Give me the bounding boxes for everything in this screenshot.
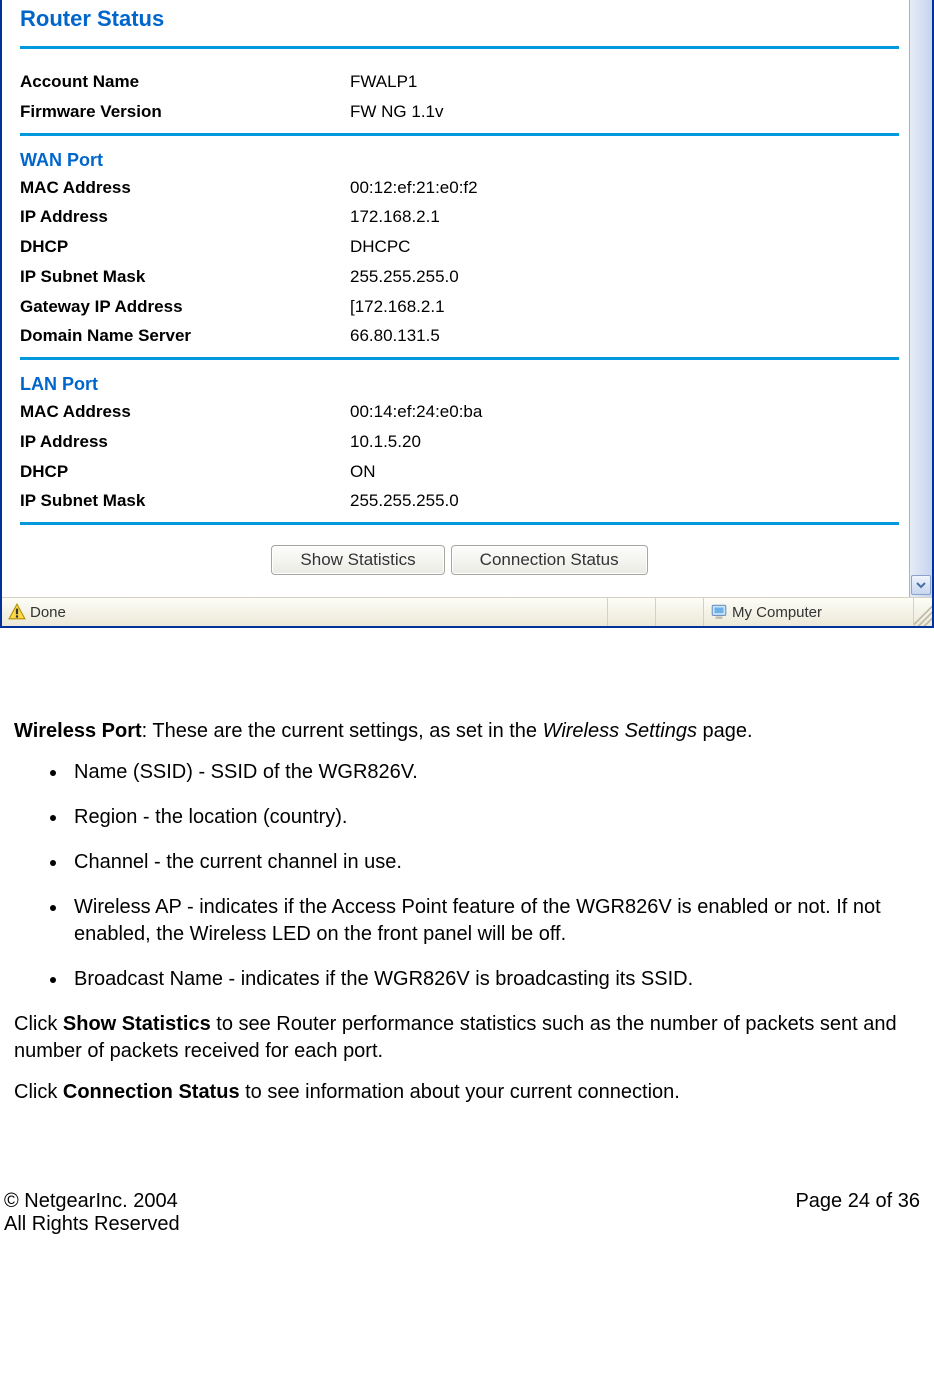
- wireless-bullet-list: Name (SSID) - SSID of the WGR826V. Regio…: [14, 759, 924, 993]
- security-zone-text: My Computer: [732, 604, 822, 621]
- account-name-value: FWALP1: [350, 67, 899, 97]
- list-item: Broadcast Name - indicates if the WGR826…: [68, 966, 924, 993]
- router-status-window: Router Status Account Name FWALP1 Firmwa…: [0, 0, 934, 628]
- my-computer-icon: [710, 603, 728, 621]
- firmware-value: FW NG 1.1v: [350, 97, 899, 127]
- wan-port-heading: WAN Port: [20, 146, 899, 173]
- lan-ip-row: IP Address10.1.5.20: [20, 427, 899, 457]
- wireless-port-heading: Wireless Port: [14, 720, 142, 742]
- list-item: Wireless AP - indicates if the Access Po…: [68, 894, 924, 948]
- divider: [20, 133, 899, 136]
- browser-status-bar: Done My Computer: [2, 597, 932, 626]
- lan-dhcp-row: DHCPON: [20, 457, 899, 487]
- divider: [20, 46, 899, 49]
- document-body: Wireless Port: These are the current set…: [0, 628, 934, 1106]
- warning-icon: [8, 603, 26, 621]
- account-name-row: Account Name FWALP1: [20, 67, 899, 97]
- show-statistics-paragraph: Click Show Statistics to see Router perf…: [14, 1011, 924, 1065]
- lan-mac-row: MAC Address00:14:ef:24:e0:ba: [20, 397, 899, 427]
- divider: [20, 522, 899, 525]
- wan-gateway-row: Gateway IP Address[172.168.2.1: [20, 292, 899, 322]
- wireless-port-paragraph: Wireless Port: These are the current set…: [14, 718, 924, 745]
- status-text: Done: [30, 604, 66, 621]
- page-title: Router Status: [20, 0, 899, 42]
- account-name-label: Account Name: [20, 67, 350, 97]
- lan-subnet-row: IP Subnet Mask255.255.255.0: [20, 486, 899, 516]
- firmware-label: Firmware Version: [20, 97, 350, 127]
- scroll-down-arrow-icon[interactable]: [911, 575, 931, 595]
- divider: [20, 357, 899, 360]
- lan-port-heading: LAN Port: [20, 370, 899, 397]
- connection-status-button[interactable]: Connection Status: [451, 545, 648, 575]
- page-footer: © NetgearInc. 2004 All Rights Reserved P…: [0, 1120, 934, 1256]
- firmware-row: Firmware Version FW NG 1.1v: [20, 97, 899, 127]
- list-item: Channel - the current channel in use.: [68, 849, 924, 876]
- wan-dns-row: Domain Name Server66.80.131.5: [20, 321, 899, 351]
- rights-text: All Rights Reserved: [4, 1213, 180, 1236]
- list-item: Region - the location (country).: [68, 804, 924, 831]
- button-row: Show Statistics Connection Status: [20, 535, 899, 587]
- wan-dhcp-row: DHCPDHCPC: [20, 232, 899, 262]
- page-number: Page 24 of 36: [795, 1190, 920, 1236]
- connection-status-paragraph: Click Connection Status to see informati…: [14, 1079, 924, 1106]
- wan-subnet-row: IP Subnet Mask255.255.255.0: [20, 262, 899, 292]
- vertical-scrollbar[interactable]: [909, 0, 932, 597]
- list-item: Name (SSID) - SSID of the WGR826V.: [68, 759, 924, 786]
- wan-ip-row: IP Address172.168.2.1: [20, 202, 899, 232]
- wan-mac-row: MAC Address00:12:ef:21:e0:f2: [20, 173, 899, 203]
- copyright-text: © NetgearInc. 2004: [4, 1190, 180, 1213]
- resize-grip-icon[interactable]: [914, 598, 932, 626]
- show-statistics-button[interactable]: Show Statistics: [271, 545, 444, 575]
